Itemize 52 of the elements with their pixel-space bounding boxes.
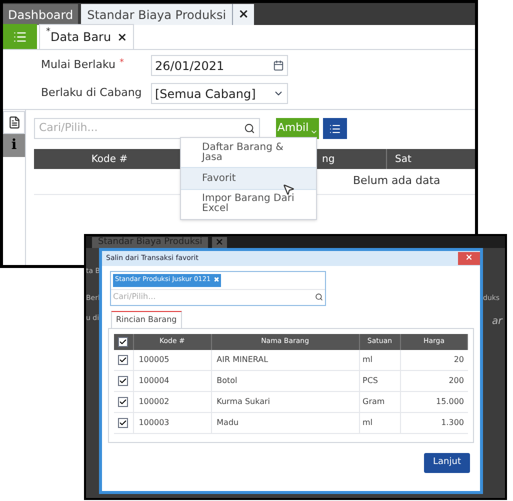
required-mark: * (119, 57, 124, 70)
search-icon (315, 293, 323, 301)
table-cell: PCS (362, 374, 378, 386)
table-cell: AIR MINERAL (216, 354, 268, 366)
menu-button[interactable] (3, 24, 37, 49)
side-tab[interactable] (3, 111, 25, 134)
column-header: Sat (387, 149, 475, 169)
list-button[interactable] (323, 118, 347, 139)
tab[interactable]: Standar Biaya Produksi (81, 4, 232, 25)
field-label: Berlaku di Cabang (41, 85, 142, 102)
table-cell: 100004 (138, 374, 170, 386)
background-text: ar (492, 315, 502, 329)
table-cell: 15.000 (436, 396, 464, 408)
branch-select[interactable]: [Semua Cabang] (151, 83, 288, 104)
table-cell: ml (362, 354, 373, 366)
info-icon: i (11, 135, 17, 156)
checkbox[interactable] (118, 354, 128, 364)
table-cell: Madu (216, 416, 239, 428)
list-icon (13, 30, 27, 44)
menu-item[interactable]: Impor Barang Dari Excel (181, 190, 316, 218)
side-tab[interactable]: i (3, 134, 25, 157)
close-tab-button[interactable]: × (232, 4, 254, 25)
table-cell: 200 (448, 374, 464, 386)
table-cell: Botol (216, 374, 238, 386)
close-button[interactable]: × (458, 252, 480, 265)
checkbox[interactable] (118, 396, 128, 406)
modified-mark: * (46, 28, 50, 37)
table-cell: 100005 (138, 354, 170, 366)
lanjut-button[interactable]: Lanjut (424, 452, 470, 472)
tab[interactable]: Dashboard (3, 4, 78, 25)
field-label: Mulai Berlaku (41, 57, 116, 74)
search-icon (244, 123, 255, 134)
close-icon[interactable]: × (117, 28, 128, 46)
checkbox[interactable] (118, 418, 128, 428)
table-cell: ml (362, 416, 373, 428)
table-cell: 100003 (138, 416, 170, 428)
checkbox[interactable] (118, 376, 128, 386)
document-icon (8, 116, 20, 129)
tab[interactable]: Rincian Barang (111, 310, 182, 328)
table-cell: 1.300 (441, 416, 464, 428)
date-field[interactable]: 26/01/2021 (151, 55, 288, 76)
checkbox[interactable] (118, 336, 128, 346)
close-icon: × (212, 236, 227, 248)
calendar-icon (273, 60, 284, 71)
document-tab[interactable]: *Data Baru × (39, 24, 134, 49)
table-cell: Kurma Sukari (216, 396, 270, 408)
table-cell: 20 (454, 354, 464, 366)
tab-label: *Data Baru (46, 28, 112, 46)
table-cell: 100002 (138, 396, 170, 408)
table-cell: Gram (362, 396, 385, 408)
empty-message: Belum ada data (353, 173, 440, 190)
menu-item[interactable]: Favorit (181, 167, 316, 190)
